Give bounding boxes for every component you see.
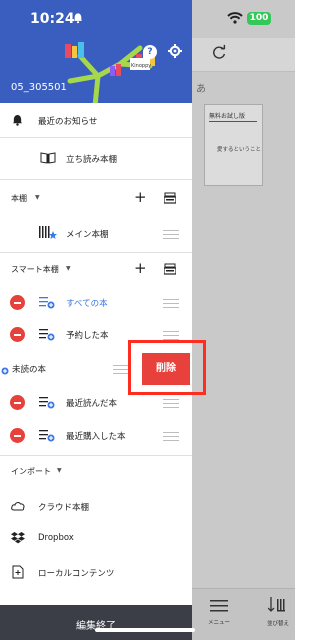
main-shelf-item[interactable]: メイン本棚 [0, 216, 192, 250]
menu-label: メニュー [207, 620, 230, 626]
bell-icon [12, 114, 23, 126]
help-button[interactable]: ? [143, 45, 157, 59]
main-shelf-label: メイン本棚 [66, 230, 109, 240]
gear-icon[interactable] [168, 44, 182, 58]
bookshelf-section-header[interactable]: 本棚 ▼ + [0, 180, 192, 216]
smart-shelf-section-header[interactable]: スマート本棚 ▼ + [0, 253, 192, 287]
shelf-edit-icon[interactable] [164, 192, 176, 204]
import-section-header[interactable]: インポート ▼ [0, 456, 192, 486]
news-item[interactable]: 最近のお知らせ [0, 103, 192, 137]
drag-handle[interactable] [163, 432, 179, 442]
smart-item-label: すべての本 [66, 299, 108, 309]
menu-button[interactable]: メニュー [204, 597, 234, 626]
import-item-dropbox[interactable]: Dropbox [0, 522, 192, 554]
add-file-icon [12, 565, 24, 579]
wifi-icon [227, 12, 243, 24]
highlight-frame [128, 340, 206, 395]
remove-circle-icon[interactable] [10, 428, 25, 443]
smart-item-label: 最近購入した本 [66, 432, 126, 442]
drag-handle[interactable] [163, 230, 179, 240]
smart-shelf-section-label: スマート本棚 [11, 265, 59, 274]
smart-item-recent-purchased[interactable]: 最近購入した本 [0, 420, 192, 452]
book-title: 無料お試し版 [209, 111, 257, 122]
chevron-down-icon: ▼ [35, 194, 40, 201]
chevron-down-icon: ▼ [57, 467, 62, 474]
shelf-edit-icon[interactable] [164, 263, 176, 275]
add-smart-shelf-button[interactable]: + [134, 261, 147, 276]
add-shelf-button[interactable]: + [134, 190, 147, 205]
smart-item-all-books[interactable]: すべての本 [0, 287, 192, 319]
browse-shelf-item[interactable]: 立ち読み本棚 [0, 138, 192, 178]
open-book-icon [40, 152, 56, 164]
home-indicator [95, 628, 195, 632]
drag-handle[interactable] [113, 365, 129, 375]
remove-circle-icon[interactable] [10, 295, 25, 310]
edit-done-button[interactable]: 編集終了 [0, 605, 192, 640]
remove-circle-icon[interactable] [10, 327, 25, 342]
status-time: 10:24 [30, 11, 75, 27]
refresh-icon[interactable] [210, 44, 228, 62]
import-section-label: インポート [11, 467, 51, 476]
browse-shelf-label: 立ち読み本棚 [66, 155, 118, 165]
news-label: 最近のお知らせ [38, 117, 98, 127]
section-index-label: あ [196, 84, 206, 95]
sort-label: 並び替え [266, 621, 289, 627]
dropbox-icon [11, 532, 25, 544]
book-cover[interactable]: 無料お試し版 愛するということ [204, 104, 263, 186]
cloud-icon [11, 502, 25, 511]
side-drawer: Kinoppy ? 05_305501 最近のお知らせ 立ち読み本棚 本棚 ▼ … [0, 0, 192, 640]
list-add-icon [1, 367, 9, 375]
background-toolbar [192, 38, 295, 72]
bookshelf-star-icon [39, 226, 57, 239]
list-add-icon [39, 430, 55, 442]
user-id: 05_305501 [11, 82, 67, 93]
smart-item-label: 未読の本 [12, 365, 47, 375]
bell-icon [73, 13, 83, 24]
sort-icon [267, 597, 285, 612]
import-item-label: ローカルコンテンツ [38, 569, 115, 579]
drag-handle[interactable] [163, 299, 179, 309]
bookshelf-section-label: 本棚 [11, 194, 27, 203]
import-item-label: Dropbox [38, 533, 74, 543]
background-library-panel: あ 無料お試し版 愛するということ メニュー 並び替え [192, 0, 295, 640]
list-add-icon [39, 397, 55, 409]
header-logo-text: Kinoppy [131, 63, 151, 69]
smart-item-label: 最近読んだ本 [66, 399, 118, 409]
menu-icon [210, 600, 228, 612]
drawer-header: Kinoppy ? 05_305501 [0, 0, 192, 103]
smart-item-label: 予約した本 [66, 331, 109, 341]
list-add-icon [39, 297, 55, 309]
import-item-local[interactable]: ローカルコンテンツ [0, 556, 192, 588]
chevron-down-icon: ▼ [66, 265, 71, 272]
import-item-label: クラウド本棚 [38, 503, 90, 513]
background-bottom-bar: メニュー 並び替え [192, 588, 295, 640]
battery-indicator: 100 [247, 12, 271, 25]
remove-circle-icon[interactable] [10, 395, 25, 410]
list-add-icon [39, 329, 55, 341]
drag-handle[interactable] [163, 399, 179, 409]
sort-button[interactable]: 並び替え [264, 597, 292, 627]
import-item-cloud[interactable]: クラウド本棚 [0, 490, 192, 522]
book-subtitle: 愛するということ [217, 147, 262, 153]
